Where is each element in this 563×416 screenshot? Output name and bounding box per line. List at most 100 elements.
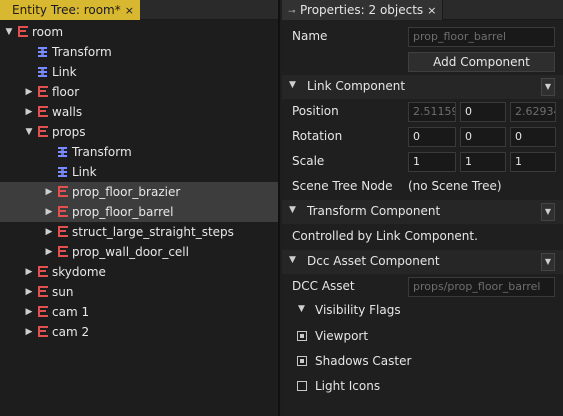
tree-item-label: cam 2 (52, 325, 90, 339)
collapsed-arrow-icon[interactable]: ▶ (24, 302, 34, 322)
tree-component-row[interactable]: Transform (0, 42, 278, 62)
dcc-asset-section[interactable]: ▼ Dcc Asset Component ▼ (282, 250, 563, 274)
flag-viewport-row[interactable]: Viewport (282, 324, 563, 349)
pin-icon: ⊸ (288, 7, 296, 17)
rotation-y-field[interactable]: 0 (460, 127, 506, 147)
rotation-x-field[interactable]: 0 (408, 127, 456, 147)
scale-y-field[interactable]: 1 (460, 152, 506, 172)
component-icon (58, 167, 67, 177)
dcc-asset-label: DCC Asset (292, 279, 355, 293)
position-label: Position (292, 104, 339, 118)
entity-icon (38, 306, 48, 317)
tab-entity-tree-label: Entity Tree: room* (12, 3, 121, 17)
rotation-z-field[interactable]: 0 (510, 127, 556, 147)
entity-icon (58, 186, 68, 197)
expanded-arrow-icon[interactable]: ▼ (4, 22, 14, 42)
position-y-field[interactable]: 0 (460, 102, 506, 122)
tree-component-row[interactable]: Transform (0, 142, 278, 162)
tree-item-label: prop_floor_barrel (72, 205, 174, 219)
position-row: Position 2.51159 0 2.62934 (282, 99, 563, 124)
tree-item-label: room (32, 25, 64, 39)
tab-entity-tree[interactable]: Entity Tree: room* × (0, 0, 140, 20)
tree-entity-row[interactable]: ▶ skydome (0, 262, 278, 282)
collapse-arrow-icon[interactable]: ▼ (298, 304, 305, 314)
collapsed-arrow-icon[interactable]: ▶ (44, 242, 54, 262)
shadows-caster-checkbox[interactable] (297, 356, 307, 366)
tree-entity-row[interactable]: ▶ walls (0, 102, 278, 122)
scale-x-field[interactable]: 1 (408, 152, 456, 172)
tree-item-label: Transform (72, 145, 132, 159)
link-component-section[interactable]: ▼ Link Component ▼ (282, 75, 563, 99)
tab-properties-label: Properties: 2 objects (300, 3, 424, 17)
flag-shadows-row[interactable]: Shadows Caster (282, 349, 563, 374)
viewport-checkbox[interactable] (297, 331, 307, 341)
entity-tree-panel: Entity Tree: room* × ▼ room Transform Link ▶ f… (0, 0, 280, 416)
tab-properties[interactable]: ⊸ Properties: 2 objects × (282, 0, 444, 20)
scale-label: Scale (292, 154, 325, 168)
tree-item-label: Link (72, 165, 97, 179)
light-icons-checkbox[interactable] (297, 381, 307, 391)
tree-entity-row[interactable]: ▶ prop_floor_brazier (0, 182, 278, 202)
section-menu-button[interactable]: ▼ (541, 253, 555, 271)
viewport-label: Viewport (315, 329, 369, 343)
entity-icon (38, 286, 48, 297)
shadows-caster-label: Shadows Caster (315, 354, 412, 368)
scale-z-field[interactable]: 1 (510, 152, 556, 172)
entity-icon (58, 206, 68, 217)
name-field[interactable]: prop_floor_barrel (408, 27, 555, 47)
tree-entity-row[interactable]: ▶ floor (0, 82, 278, 102)
collapsed-arrow-icon[interactable]: ▶ (44, 202, 54, 222)
tree-item-label: prop_floor_brazier (72, 185, 181, 199)
tree-entity-row[interactable]: ▶ struct_large_straight_steps (0, 222, 278, 242)
collapsed-arrow-icon[interactable]: ▶ (44, 222, 54, 242)
entity-icon (58, 226, 68, 237)
tree-entity-row[interactable]: ▼ props (0, 122, 278, 142)
collapsed-arrow-icon[interactable]: ▶ (24, 282, 34, 302)
link-component-title: Link Component (307, 79, 406, 93)
collapsed-arrow-icon[interactable]: ▶ (44, 182, 54, 202)
rotation-row: Rotation 0 0 0 (282, 124, 563, 149)
scene-tree-value: (no Scene Tree) (408, 179, 502, 193)
close-icon[interactable]: × (125, 4, 134, 17)
section-menu-button[interactable]: ▼ (541, 78, 555, 96)
transform-component-title: Transform Component (307, 204, 441, 218)
tree-entity-row[interactable]: ▶ cam 1 (0, 302, 278, 322)
collapsed-arrow-icon[interactable]: ▶ (24, 102, 34, 122)
collapse-arrow-icon[interactable]: ▼ (289, 205, 296, 215)
collapse-arrow-icon[interactable]: ▼ (289, 255, 296, 265)
tree-item-label: floor (52, 85, 80, 99)
component-icon (38, 47, 47, 57)
dcc-asset-title: Dcc Asset Component (307, 254, 440, 268)
collapse-arrow-icon[interactable]: ▼ (289, 80, 296, 90)
tree-entity-row[interactable]: ▼ room (0, 22, 278, 42)
properties-tabbar: ⊸ Properties: 2 objects × (282, 0, 563, 20)
tree-item-label: skydome (52, 265, 106, 279)
component-icon (38, 67, 47, 77)
scale-row: Scale 1 1 1 (282, 149, 563, 174)
entity-icon (38, 326, 48, 337)
transform-component-section[interactable]: ▼ Transform Component ▼ (282, 200, 563, 224)
flag-light-icons-row[interactable]: Light Icons (282, 374, 563, 399)
tree-component-row[interactable]: Link (0, 62, 278, 82)
add-component-button[interactable]: Add Component (408, 52, 555, 72)
collapsed-arrow-icon[interactable]: ▶ (24, 262, 34, 282)
visibility-flags-header[interactable]: ▼ Visibility Flags (282, 299, 563, 324)
dcc-asset-field[interactable]: props/prop_floor_barrel (408, 277, 555, 297)
tree-item-label: struct_large_straight_steps (72, 225, 234, 239)
expanded-arrow-icon[interactable]: ▼ (24, 122, 34, 142)
tree-item-label: prop_wall_door_cell (72, 245, 189, 259)
position-x-field[interactable]: 2.51159 (408, 102, 456, 122)
tree-entity-row[interactable]: ▶ cam 2 (0, 322, 278, 342)
tree-entity-row[interactable]: ▶ prop_floor_barrel (0, 202, 278, 222)
collapsed-arrow-icon[interactable]: ▶ (24, 322, 34, 342)
section-menu-button[interactable]: ▼ (541, 203, 555, 221)
tree-component-row[interactable]: Link (0, 162, 278, 182)
entity-icon (38, 126, 48, 137)
close-icon[interactable]: × (427, 4, 436, 17)
dcc-asset-row: DCC Asset props/prop_floor_barrel (282, 274, 563, 299)
visibility-flags-title: Visibility Flags (315, 303, 401, 317)
position-z-field[interactable]: 2.62934 (510, 102, 556, 122)
tree-entity-row[interactable]: ▶ sun (0, 282, 278, 302)
tree-entity-row[interactable]: ▶ prop_wall_door_cell (0, 242, 278, 262)
collapsed-arrow-icon[interactable]: ▶ (24, 82, 34, 102)
